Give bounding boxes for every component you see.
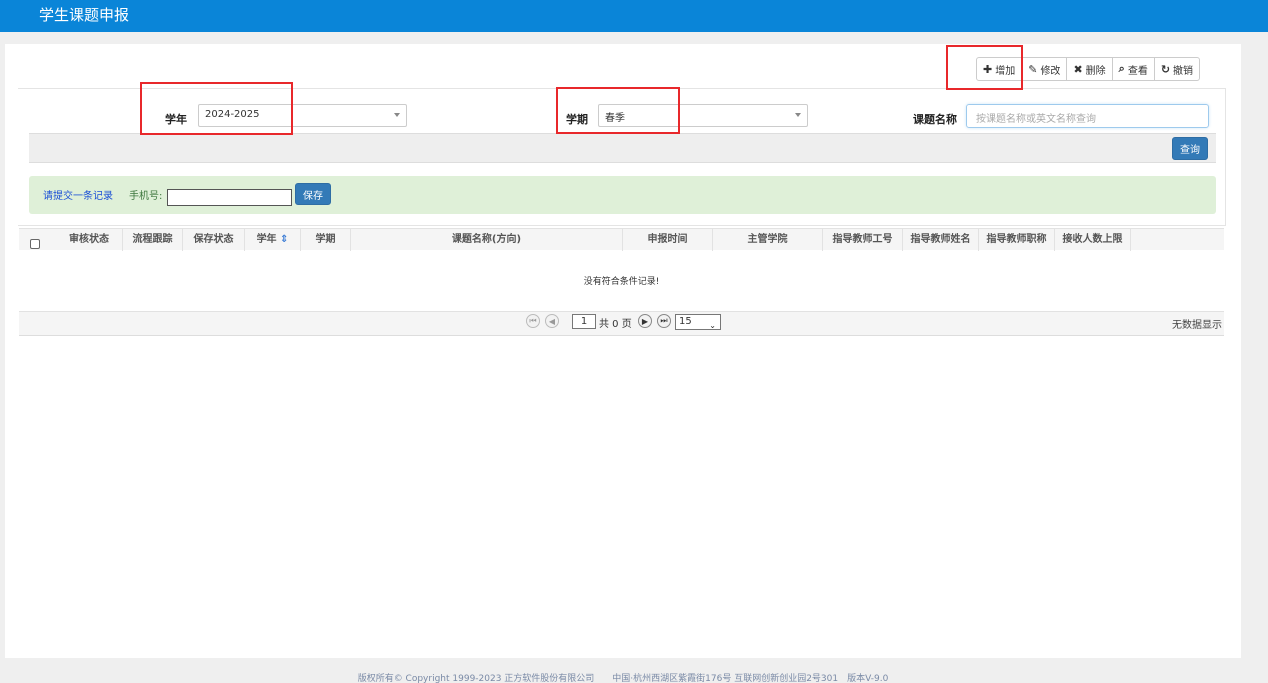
- chevron-down-icon: ⌄: [709, 321, 716, 330]
- column-header[interactable]: 流程跟踪: [123, 229, 183, 251]
- total-pages-text: 共 0 页: [599, 319, 632, 330]
- column-header[interactable]: 指导教师工号: [823, 229, 903, 251]
- highlight-box-term: [556, 87, 680, 134]
- save-button[interactable]: 保存: [295, 183, 331, 205]
- notice-message: 请提交一条记录: [43, 191, 113, 202]
- table-header: 审核状态 流程跟踪 保存状态 学年 ⇕ 学期 课题名称(方向) 申报时间 主管学…: [19, 228, 1224, 251]
- no-data-text: 无数据显示: [1172, 320, 1222, 331]
- delete-button-label: 删除: [1085, 65, 1106, 77]
- revoke-button-label: 撤销: [1173, 65, 1194, 77]
- page-size-value: 15: [679, 316, 692, 327]
- column-header[interactable]: 保存状态: [183, 229, 245, 251]
- submit-notice: 请提交一条记录 手机号: 保存: [29, 176, 1216, 214]
- edit-icon: ✎: [1028, 62, 1038, 76]
- column-header[interactable]: 审核状态: [56, 229, 123, 251]
- view-button[interactable]: ⌕ 查看: [1113, 58, 1155, 80]
- column-header[interactable]: 指导教师职称: [979, 229, 1055, 251]
- column-header[interactable]: 学期: [301, 229, 351, 251]
- last-page-icon[interactable]: ⏭: [657, 314, 671, 328]
- chevron-down-icon: [394, 113, 400, 117]
- column-header[interactable]: 课题名称(方向): [351, 229, 623, 251]
- view-button-label: 查看: [1127, 65, 1148, 77]
- highlight-box-add: [946, 45, 1023, 90]
- footer-copyright: 版权所有© Copyright 1999-2023 正方软件股份有限公司 中国·…: [357, 674, 889, 683]
- select-all-checkbox[interactable]: [30, 239, 40, 249]
- empty-message: 没有符合条件记录!: [583, 277, 660, 287]
- pagination: ⏮ ◀ 1 共 0 页 ▶ ⏭ 15 ⌄ 无数据显示: [19, 311, 1224, 335]
- records-table: 审核状态 流程跟踪 保存状态 学年 ⇕ 学期 课题名称(方向) 申报时间 主管学…: [19, 228, 1224, 336]
- topic-label: 课题名称: [913, 113, 957, 126]
- query-bar: [29, 133, 1216, 163]
- query-button[interactable]: 查询: [1172, 137, 1208, 160]
- page-number-input[interactable]: 1: [572, 314, 596, 329]
- delete-button[interactable]: ✖ 删除: [1067, 58, 1113, 80]
- column-header[interactable]: 申报时间: [623, 229, 713, 251]
- revoke-button[interactable]: ↻ 撤销: [1155, 58, 1199, 80]
- column-header[interactable]: 主管学院: [713, 229, 823, 251]
- close-icon: ✖: [1073, 62, 1083, 76]
- next-page-icon[interactable]: ▶: [638, 314, 652, 328]
- topic-search-input[interactable]: 按课题名称或英文名称查询: [966, 104, 1209, 128]
- edit-button-label: 修改: [1040, 65, 1061, 77]
- highlight-box-year: [140, 82, 293, 135]
- topic-search-placeholder: 按课题名称或英文名称查询: [976, 114, 1096, 125]
- phone-label: 手机号:: [129, 191, 163, 202]
- search-icon: ⌕: [1118, 62, 1125, 75]
- column-header-label: 学年: [256, 234, 277, 245]
- top-bar: 学生课题申报: [0, 0, 1268, 32]
- edit-button[interactable]: ✎ 修改: [1022, 58, 1068, 80]
- sort-icon: ⇕: [280, 234, 289, 245]
- chevron-down-icon: [795, 113, 801, 117]
- refresh-icon: ↻: [1160, 62, 1171, 76]
- column-header-year[interactable]: 学年 ⇕: [245, 229, 301, 251]
- column-header[interactable]: 指导教师姓名: [903, 229, 979, 251]
- phone-input[interactable]: [167, 189, 292, 206]
- page-size-select[interactable]: 15 ⌄: [675, 314, 721, 330]
- prev-page-icon[interactable]: ◀: [545, 314, 559, 328]
- column-header[interactable]: 接收人数上限: [1055, 229, 1131, 251]
- first-page-icon[interactable]: ⏮: [526, 314, 540, 328]
- page-title: 学生课题申报: [39, 6, 130, 24]
